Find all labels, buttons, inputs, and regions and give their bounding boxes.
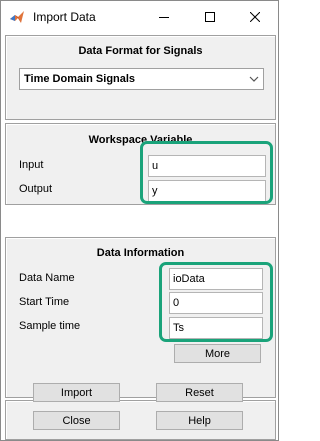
close-icon <box>250 11 260 22</box>
close-window-button[interactable] <box>232 1 278 32</box>
reset-button[interactable]: Reset <box>156 383 243 402</box>
help-button[interactable]: Help <box>156 411 243 430</box>
input-field-value: u <box>152 160 159 172</box>
title-bar: Import Data <box>1 1 278 32</box>
data-information-title: Data Information <box>96 247 185 259</box>
start-time-label: Start Time <box>19 296 70 308</box>
output-label: Output <box>19 183 53 195</box>
data-format-title: Data Format for Signals <box>78 45 203 57</box>
data-name-field[interactable]: ioData <box>169 268 263 290</box>
output-field-value: y <box>152 185 158 197</box>
workspace-variable-title: Workspace Variable <box>88 134 193 146</box>
data-format-panel: Data Format for Signals Time Domain Sign… <box>5 35 276 120</box>
data-format-select[interactable]: Time Domain Signals <box>19 68 264 90</box>
action-button-row: Import Reset Close Help <box>5 383 276 437</box>
maximize-button[interactable] <box>187 1 233 32</box>
window-title: Import Data <box>33 10 96 24</box>
close-button[interactable]: Close <box>33 411 120 430</box>
data-information-panel: Data Information Data Name ioData Start … <box>5 237 276 398</box>
start-time-field-value: 0 <box>173 297 180 309</box>
input-field[interactable]: u <box>148 155 266 177</box>
import-data-window: Import Data Data Format for Signals Time… <box>0 0 279 441</box>
sample-time-label: Sample time <box>19 320 81 332</box>
workspace-variable-panel: Workspace Variable Input u Output y <box>5 123 276 205</box>
input-label: Input <box>19 159 44 171</box>
chevron-down-icon <box>249 76 259 82</box>
matlab-logo-icon <box>10 11 24 23</box>
minimize-icon <box>159 16 169 18</box>
minimize-button[interactable] <box>141 1 187 32</box>
data-name-field-value: ioData <box>173 273 205 285</box>
more-button[interactable]: More <box>174 344 261 363</box>
output-field[interactable]: y <box>148 180 266 202</box>
maximize-icon <box>205 11 215 22</box>
import-button[interactable]: Import <box>33 383 120 402</box>
data-name-label: Data Name <box>19 272 75 284</box>
data-format-selected-value: Time Domain Signals <box>24 73 136 85</box>
sample-time-field-value: Ts <box>173 322 184 334</box>
sample-time-field[interactable]: Ts <box>169 317 263 339</box>
start-time-field[interactable]: 0 <box>169 292 263 314</box>
